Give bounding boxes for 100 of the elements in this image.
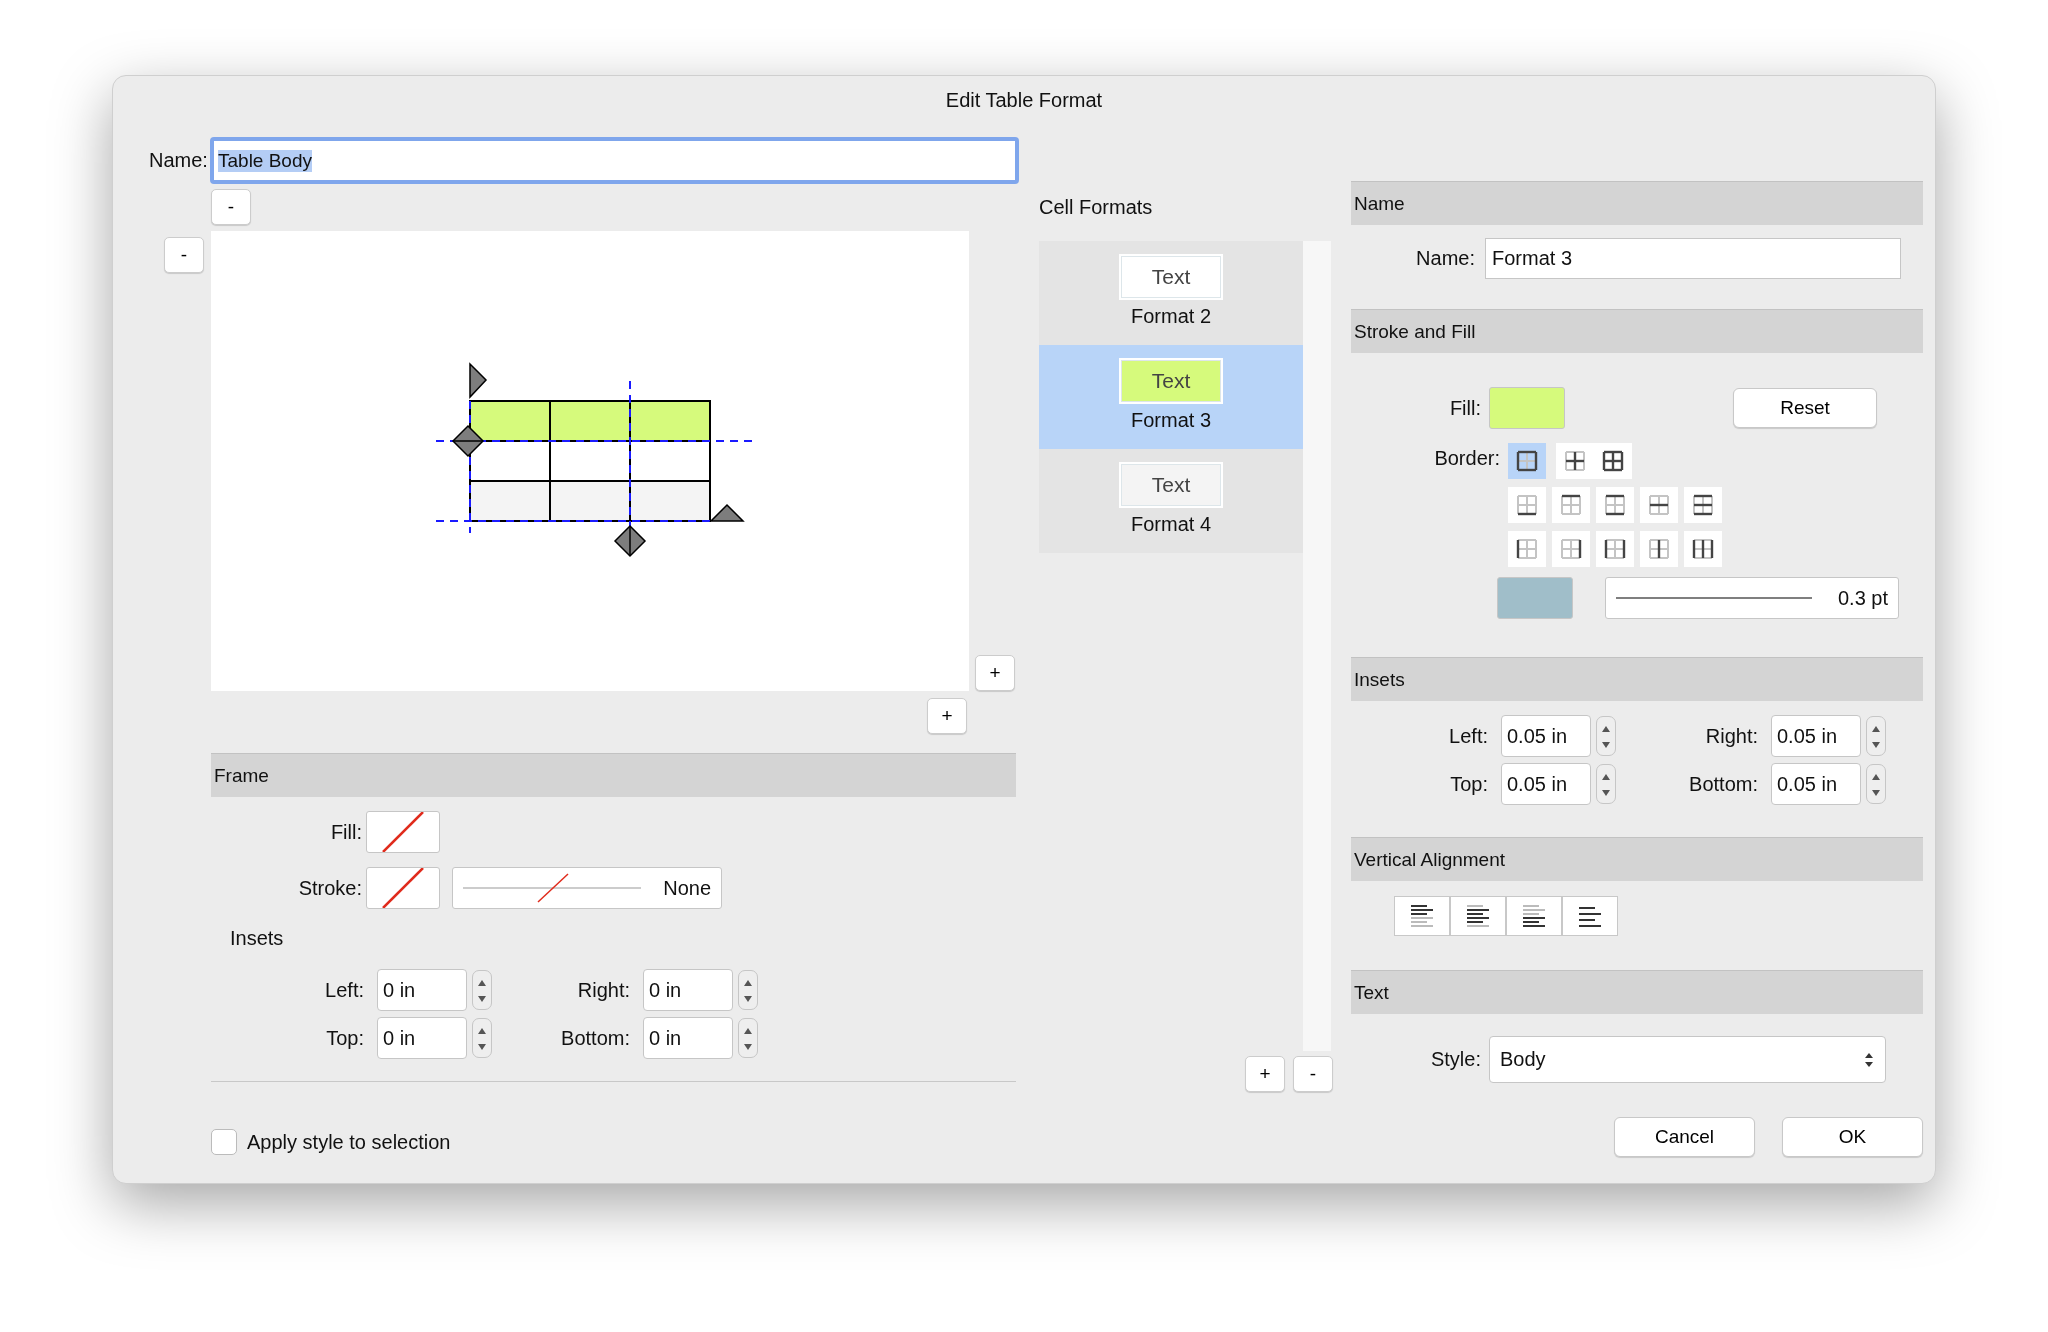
add-format-button[interactable]: +	[1245, 1056, 1285, 1092]
remove-column-button[interactable]: -	[211, 189, 251, 225]
border-preset-button[interactable]	[1556, 443, 1594, 479]
stroke-width-popup[interactable]: 0.3 pt	[1605, 577, 1899, 619]
stroke-color-well[interactable]	[1497, 577, 1573, 619]
reset-button[interactable]: Reset	[1733, 388, 1877, 428]
dialog-button[interactable]: OK	[1782, 1117, 1923, 1157]
inset-label: Top:	[325, 1026, 365, 1050]
grid-icon	[1515, 537, 1539, 561]
stepper[interactable]	[472, 970, 492, 1010]
grid-icon	[1691, 537, 1715, 561]
cell-format-item[interactable]: Text Format 4	[1039, 449, 1303, 553]
alignment-button[interactable]	[1562, 896, 1618, 936]
inset-input-field[interactable]: 0.05 in	[1771, 715, 1861, 757]
alignment-button[interactable]	[1394, 896, 1450, 936]
stroke-color-well[interactable]	[366, 867, 440, 909]
stepper[interactable]	[1866, 764, 1886, 804]
fill-color-well[interactable]	[1489, 387, 1565, 429]
style-popup[interactable]: Body	[1489, 1036, 1886, 1083]
border-preset-button[interactable]	[1508, 487, 1546, 523]
format-sample: Text	[1121, 256, 1221, 298]
stepper[interactable]	[1596, 716, 1616, 756]
cell-format-item[interactable]: Text Format 2	[1039, 241, 1303, 345]
stepper[interactable]	[738, 1018, 758, 1058]
border-preset-button[interactable]	[1596, 531, 1634, 567]
style-label: Style:	[1429, 1048, 1482, 1071]
inset-label: Bottom:	[1688, 772, 1759, 796]
border-preset-button[interactable]	[1684, 487, 1722, 523]
fill-color-well[interactable]	[366, 811, 440, 853]
border-preset-button[interactable]	[1508, 531, 1546, 567]
inset-label: Bottom:	[560, 1026, 631, 1050]
inset-input-field[interactable]: 0 in	[643, 969, 733, 1011]
inset-label: Right:	[576, 978, 631, 1002]
border-preset-button[interactable]	[1640, 531, 1678, 567]
stroke-style-popup[interactable]: None	[452, 867, 722, 909]
border-label: Border:	[1433, 446, 1501, 471]
inset-input-field[interactable]: 0.05 in	[1501, 763, 1591, 805]
name-input-field[interactable]: Table Body	[210, 137, 1019, 184]
cell-formats-label: Cell Formats	[1039, 196, 1154, 220]
insets-label: Insets	[229, 927, 285, 951]
inset-input-field[interactable]: 0 in	[643, 1017, 733, 1059]
remove-format-button[interactable]: -	[1293, 1056, 1333, 1092]
grid-icon	[1647, 537, 1671, 561]
inset-input-field[interactable]: 0.05 in	[1771, 763, 1861, 805]
section-header: Frame	[211, 753, 1016, 797]
cell-format-item[interactable]: Text Format 3	[1039, 345, 1303, 449]
inset-label: Left:	[324, 978, 365, 1002]
grid-icon	[1691, 493, 1715, 517]
fill-label: Fill:	[1448, 396, 1482, 420]
grid-icon	[1647, 493, 1671, 517]
grid-icon	[1515, 493, 1539, 517]
alignment-button[interactable]	[1450, 896, 1506, 936]
grid-icon	[1515, 449, 1539, 473]
border-preset-button[interactable]	[1640, 487, 1678, 523]
grid-icon	[1559, 493, 1583, 517]
align-lines-icon	[1521, 902, 1547, 930]
add-row-button[interactable]: +	[927, 698, 967, 734]
inset-input-field[interactable]: 0 in	[377, 1017, 467, 1059]
grid-icon	[1563, 449, 1587, 473]
alignment-button[interactable]	[1506, 896, 1562, 936]
grid-icon	[1603, 537, 1627, 561]
dialog-button[interactable]: Cancel	[1614, 1117, 1755, 1157]
border-preset-button[interactable]	[1684, 531, 1722, 567]
checkbox-label: Apply style to selection	[247, 1130, 451, 1154]
align-lines-icon	[1409, 902, 1435, 930]
name-label: Name:	[149, 149, 209, 172]
border-preset-button[interactable]	[1552, 531, 1590, 567]
format-name-input-field[interactable]: Format 3	[1485, 238, 1901, 279]
border-preset-button[interactable]	[1508, 443, 1546, 479]
inset-label: Top:	[1449, 772, 1489, 796]
inset-input-field[interactable]: 0.05 in	[1501, 715, 1591, 757]
section-header: Name	[1351, 181, 1923, 225]
stepper[interactable]	[738, 970, 758, 1010]
section-header: Text	[1351, 970, 1923, 1014]
grid-icon	[1603, 493, 1627, 517]
format-sample: Text	[1121, 464, 1221, 506]
inset-label: Right:	[1704, 724, 1759, 748]
stepper[interactable]	[1596, 764, 1616, 804]
align-lines-icon	[1465, 902, 1491, 930]
format-name-label: Name:	[1415, 247, 1476, 270]
border-preset-button[interactable]	[1594, 443, 1632, 479]
stepper[interactable]	[472, 1018, 492, 1058]
grid-icon	[1559, 537, 1583, 561]
window-title: Edit Table Format	[944, 88, 1104, 113]
line-sample-icon	[463, 873, 643, 903]
border-preset-button[interactable]	[1596, 487, 1634, 523]
fill-label: Fill:	[329, 820, 363, 844]
format-name: Format 2	[1131, 305, 1211, 328]
inset-label: Left:	[1448, 724, 1489, 748]
inset-input-field[interactable]: 0 in	[377, 969, 467, 1011]
section-header: Stroke and Fill	[1351, 309, 1923, 353]
section-header: Vertical Alignment	[1351, 837, 1923, 881]
border-preset-button[interactable]	[1552, 487, 1590, 523]
section-header: Insets	[1351, 657, 1923, 701]
add-column-button[interactable]: +	[975, 655, 1015, 691]
stepper[interactable]	[1866, 716, 1886, 756]
format-sample: Text	[1121, 360, 1221, 402]
remove-row-button[interactable]: -	[164, 237, 204, 273]
checkbox[interactable]	[211, 1129, 237, 1155]
grid-icon	[1601, 449, 1625, 473]
